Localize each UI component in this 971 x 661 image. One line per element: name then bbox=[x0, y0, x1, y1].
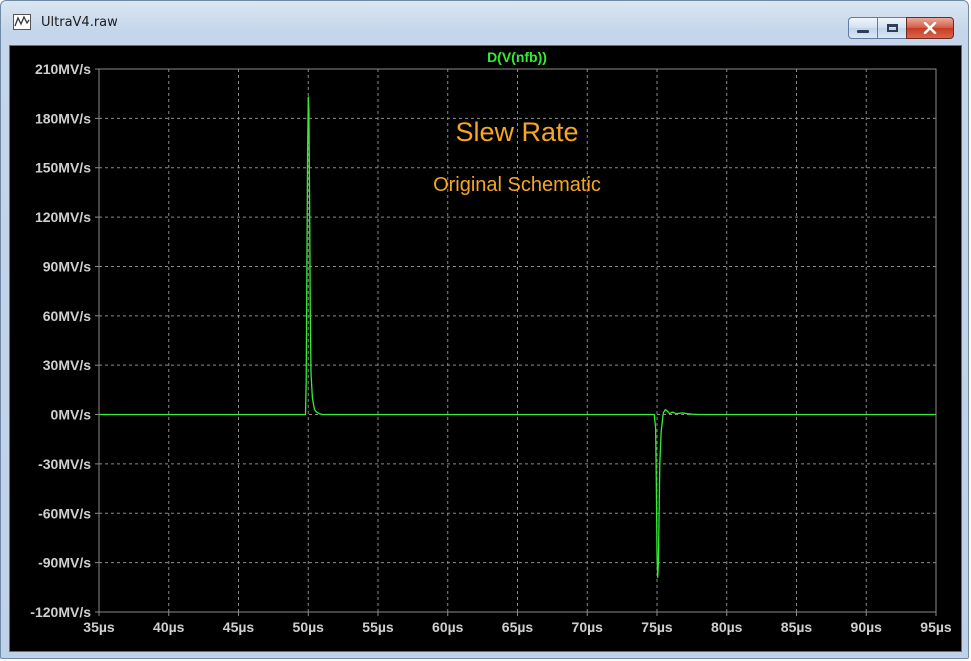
waveform-icon bbox=[13, 14, 31, 30]
y-tick-label: 150MV/s bbox=[35, 160, 91, 176]
x-tick-label: 90µs bbox=[851, 619, 883, 635]
annotation-original-schematic: Original Schematic bbox=[433, 174, 601, 196]
x-tick-label: 75µs bbox=[641, 619, 673, 635]
y-tick-label: 30MV/s bbox=[43, 357, 91, 373]
y-tick-label: 60MV/s bbox=[43, 308, 91, 324]
y-tick-label: 180MV/s bbox=[35, 110, 91, 126]
x-tick-label: 50µs bbox=[293, 619, 325, 635]
maximize-icon bbox=[886, 24, 898, 32]
x-tick-label: 55µs bbox=[362, 619, 394, 635]
x-tick-label: 35µs bbox=[83, 619, 115, 635]
x-tick-label: 80µs bbox=[711, 619, 743, 635]
minimize-button[interactable] bbox=[848, 17, 877, 39]
close-icon bbox=[923, 22, 937, 34]
maximize-button[interactable] bbox=[877, 17, 906, 39]
y-tick-label: -30MV/s bbox=[38, 456, 91, 472]
x-tick-label: 60µs bbox=[432, 619, 464, 635]
caption-buttons bbox=[848, 17, 954, 39]
y-tick-label: 210MV/s bbox=[35, 61, 91, 77]
series-line[interactable] bbox=[99, 96, 936, 579]
y-tick-label: 90MV/s bbox=[43, 258, 91, 274]
x-tick-label: 70µs bbox=[572, 619, 604, 635]
x-tick-label: 40µs bbox=[153, 619, 185, 635]
close-button[interactable] bbox=[906, 17, 954, 39]
grid-layer bbox=[98, 68, 937, 613]
trace-layer[interactable] bbox=[99, 96, 936, 579]
y-tick-label: 0MV/s bbox=[51, 407, 92, 423]
annotation-slew-rate: Slew Rate bbox=[455, 117, 578, 147]
x-tick-label: 95µs bbox=[920, 619, 952, 635]
minimize-icon bbox=[857, 29, 869, 33]
window-title: UltraV4.raw bbox=[41, 15, 118, 30]
trace-title[interactable]: D(V(nfb)) bbox=[487, 49, 547, 65]
waveform-plot[interactable]: 35µs 40µs 45µs 50µs 55µs 60µs 65µs 70µs 75µs 80µs… bbox=[10, 46, 961, 651]
title-bar[interactable]: UltraV4.raw bbox=[1, 1, 968, 39]
plot-pane[interactable]: 35µs 40µs 45µs 50µs 55µs 60µs 65µs 70µs 75µs 80µs… bbox=[9, 45, 962, 652]
y-tick-label: -120MV/s bbox=[30, 604, 91, 620]
y-tick-label: -90MV/s bbox=[38, 555, 91, 571]
x-tick-label: 65µs bbox=[502, 619, 534, 635]
x-tick-label: 85µs bbox=[781, 619, 813, 635]
y-tick-label: -60MV/s bbox=[38, 505, 91, 521]
y-tick-label: 120MV/s bbox=[35, 209, 91, 225]
application-window: UltraV4.raw 35µs 40µs 45µs 50µs 55µs 60µs 65µs… bbox=[0, 0, 969, 659]
x-tick-label: 45µs bbox=[223, 619, 255, 635]
